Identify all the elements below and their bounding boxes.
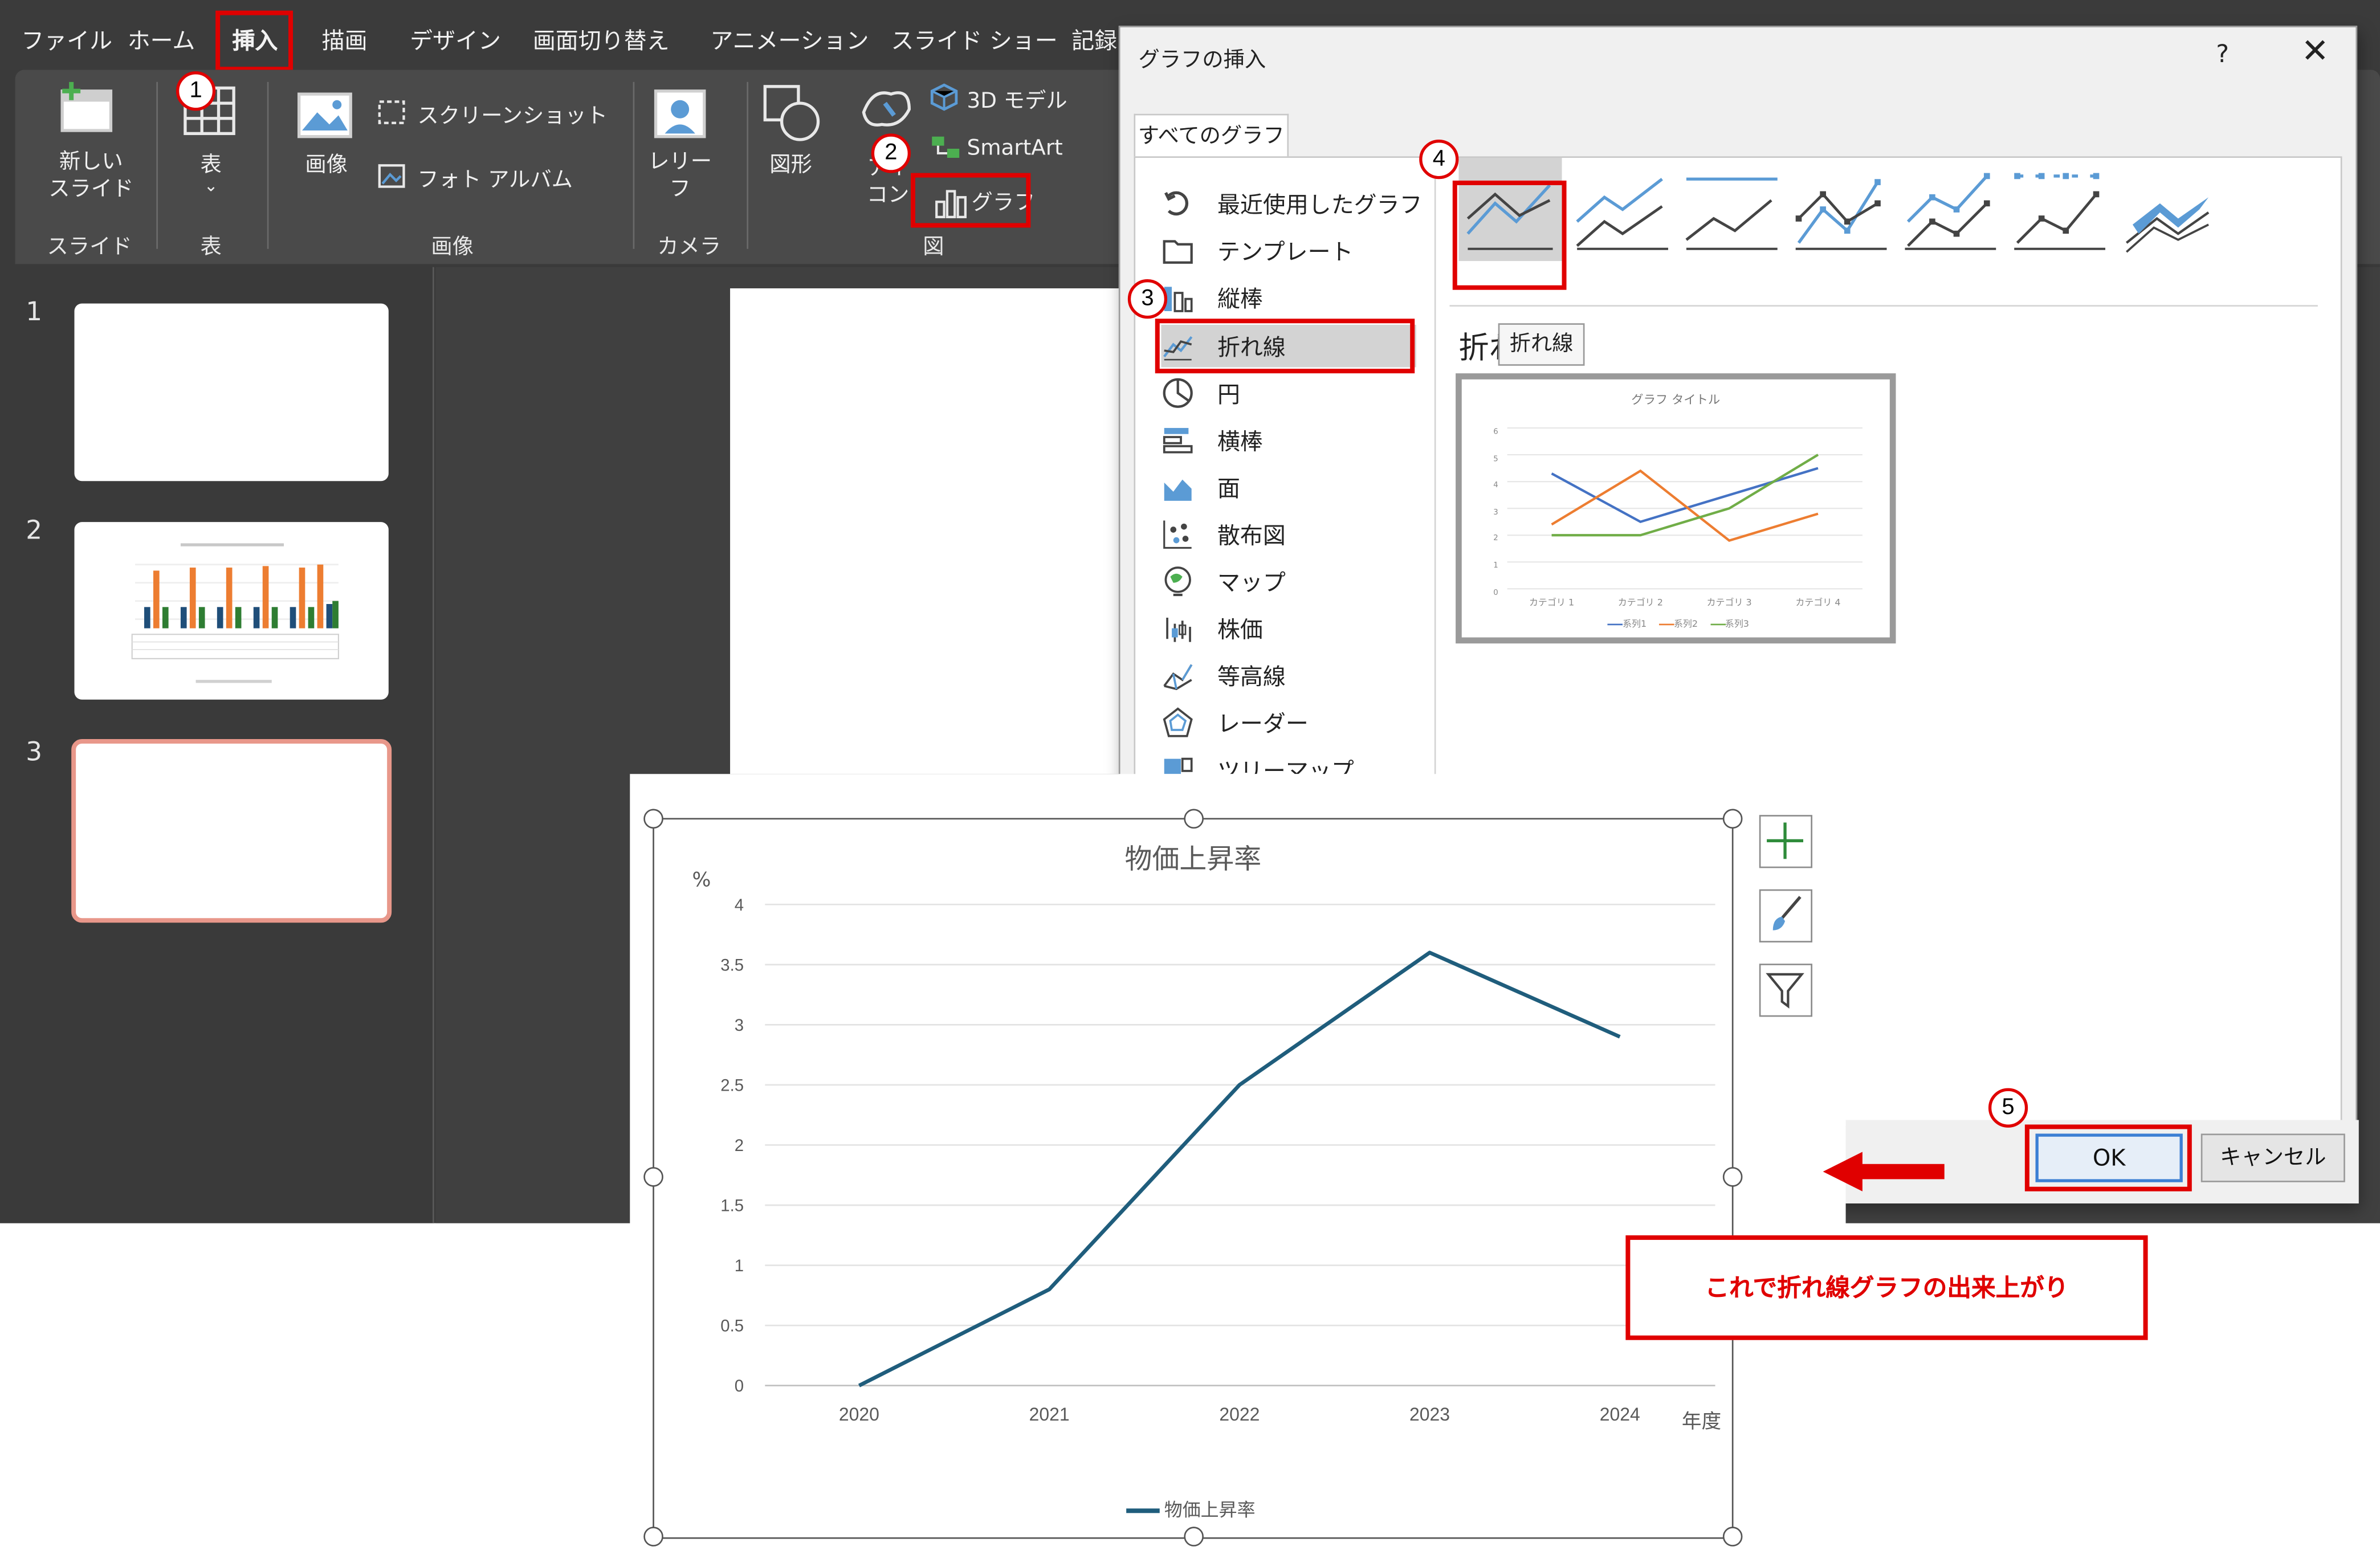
y-tick-label: 3.5	[720, 956, 744, 975]
y-tick-label: 2.5	[720, 1076, 744, 1095]
legend-swatch	[1126, 1508, 1160, 1513]
red-arrow-icon	[1823, 1152, 1945, 1191]
y-tick-label: 0.5	[720, 1317, 744, 1336]
y-tick-label: 1	[735, 1256, 744, 1275]
series-line[interactable]	[858, 950, 1621, 1388]
step-marker-1: 1	[176, 71, 216, 111]
result-note: これで折れ線グラフの出来上がり	[1625, 1235, 2148, 1340]
y-axis-label: %	[692, 870, 711, 893]
step-marker-2: 2	[871, 133, 911, 173]
x-axis-label: 年度	[1681, 1411, 1722, 1434]
x-tick-label: 2022	[1219, 1404, 1260, 1425]
y-tick-label: 1.5	[720, 1197, 744, 1215]
step-marker-5: 5	[1988, 1088, 2028, 1128]
step-marker-4: 4	[1419, 140, 1459, 179]
y-tick-label: 0	[735, 1377, 744, 1395]
x-tick-label: 2020	[839, 1404, 879, 1425]
y-tick-label: 2	[735, 1136, 744, 1155]
x-tick-label: 2021	[1029, 1404, 1070, 1425]
screenshot-stage: ファイル ホーム 挿入 描画 デザイン 画面切り替え アニメーション スライド …	[0, 0, 2380, 1565]
step-marker-3: 3	[1127, 279, 1168, 319]
chart-legend: 物価上昇率	[1126, 1496, 1256, 1522]
x-tick-label: 2024	[1600, 1404, 1640, 1425]
y-tick-label: 3	[735, 1016, 744, 1035]
chart-title: 物価上昇率	[1124, 843, 1262, 876]
legend-label: 物価上昇率	[1164, 1499, 1256, 1521]
x-tick-label: 2023	[1409, 1404, 1450, 1425]
y-tick-label: 4	[735, 896, 744, 915]
